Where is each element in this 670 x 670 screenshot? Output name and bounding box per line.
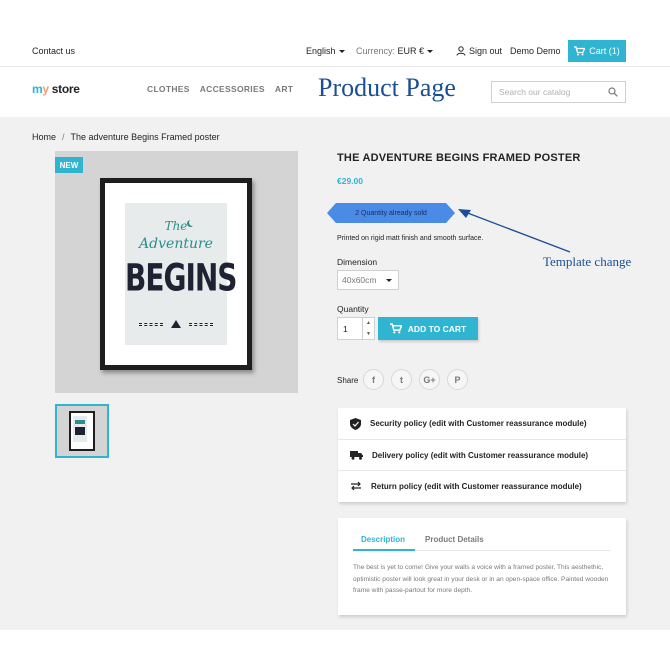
chevron-down-icon <box>427 50 434 54</box>
poster-text-begins: BEGINS <box>125 255 237 300</box>
sign-out-label: Sign out <box>469 46 503 56</box>
product-price: €29.00 <box>337 176 363 186</box>
poster-frame: The Adventure BEGINS <box>100 178 252 370</box>
dimension-select[interactable]: 40x60cm <box>337 270 399 290</box>
quantity-sold-badge: 2 Quantity already sold <box>327 203 455 223</box>
new-flag-badge: NEW <box>55 157 83 173</box>
reassurance-return: Return policy (edit with Customer reassu… <box>338 470 626 501</box>
reassurance-delivery: Delivery policy (edit with Customer reas… <box>338 439 626 470</box>
share-label: Share <box>337 376 359 385</box>
twitter-icon[interactable]: t <box>391 369 412 390</box>
facebook-icon[interactable]: f <box>363 369 384 390</box>
currency-value: EUR € <box>397 46 425 56</box>
dimension-value: 40x60cm <box>342 275 377 285</box>
cart-icon <box>574 46 586 56</box>
decrement-icon[interactable]: ▼ <box>366 331 371 337</box>
poster-text-the: The <box>164 219 188 233</box>
cart-button[interactable]: Cart (1) <box>568 40 626 62</box>
breadcrumb-current[interactable]: The adventure Begins Framed poster <box>71 132 220 142</box>
truck-icon <box>350 451 363 460</box>
breadcrumb-separator: / <box>62 132 65 142</box>
tent-icon <box>171 320 181 328</box>
thumbnail-art-text <box>75 427 85 435</box>
reassurance-security: Security policy (edit with Customer reas… <box>338 408 626 439</box>
language-selector[interactable]: English <box>306 46 345 56</box>
menu-item-accessories[interactable]: ACCESSORIES <box>200 84 265 94</box>
quantity-stepper-arrows: ▲ ▼ <box>362 318 374 339</box>
breadcrumb-home[interactable]: Home <box>32 132 56 142</box>
menu-item-art[interactable]: ART <box>275 84 293 94</box>
tab-divider <box>415 550 610 551</box>
reassurance-block: Security policy (edit with Customer reas… <box>338 408 626 502</box>
poster-mat: The Adventure BEGINS <box>105 183 247 365</box>
currency-selector[interactable]: Currency: EUR € <box>356 46 434 56</box>
swap-arrows-icon <box>351 481 361 491</box>
active-tab-underline <box>353 549 415 551</box>
main-menu: CLOTHES ACCESSORIES ART <box>147 84 293 94</box>
poster-decoration <box>139 320 213 328</box>
dimension-label: Dimension <box>337 257 378 267</box>
currency-label: Currency: <box>356 46 396 56</box>
poster-artwork: The Adventure BEGINS <box>125 203 237 345</box>
logo-part: store <box>48 82 80 96</box>
top-nav-bar: Contact us English Currency: EUR € Sign … <box>0 36 670 66</box>
quantity-stepper[interactable]: 1 ▲ ▼ <box>337 317 375 340</box>
product-tabs: Description Product Details The best is … <box>338 518 626 615</box>
reassurance-label: Delivery policy (edit with Customer reas… <box>372 450 589 460</box>
google-plus-icon[interactable]: G+ <box>419 369 440 390</box>
pinterest-icon[interactable]: P <box>447 369 468 390</box>
search-placeholder: Search our catalog <box>499 87 571 97</box>
annotation-arrow-icon <box>458 209 571 253</box>
chevron-down-icon <box>338 50 345 54</box>
cart-icon <box>389 323 402 334</box>
product-title: THE ADVENTURE BEGINS FRAMED POSTER <box>337 152 581 164</box>
contact-us-link[interactable]: Contact us <box>32 46 75 56</box>
search-icon[interactable] <box>608 87 618 97</box>
account-link[interactable]: Demo Demo <box>510 46 561 56</box>
breadcrumb: Home / The adventure Begins Framed poster <box>32 132 220 142</box>
tab-description[interactable]: Description <box>361 535 405 544</box>
quantity-label: Quantity <box>337 304 369 314</box>
sign-out-link[interactable]: Sign out <box>456 46 502 56</box>
product-short-description: Printed on rigid matt finish and smooth … <box>337 235 484 242</box>
tab-product-details[interactable]: Product Details <box>425 535 484 544</box>
thumbnail-frame <box>69 411 95 451</box>
user-icon <box>456 46 466 56</box>
moon-icon <box>189 219 196 226</box>
logo-part: m <box>32 82 43 96</box>
cart-label: Cart (1) <box>589 46 620 56</box>
decor-line <box>189 322 213 326</box>
store-logo[interactable]: my store <box>32 82 80 96</box>
product-thumbnail[interactable] <box>55 404 109 458</box>
thumbnail-art <box>73 416 87 442</box>
product-description-text: The best is yet to come! Give your walls… <box>353 564 609 594</box>
add-to-cart-button[interactable]: ADD TO CART <box>378 317 478 340</box>
quantity-value: 1 <box>343 324 348 334</box>
reassurance-label: Security policy (edit with Customer reas… <box>370 419 587 428</box>
poster-text-adventure: Adventure <box>139 236 213 252</box>
increment-icon[interactable]: ▲ <box>366 320 371 326</box>
template-change-annotation: Template change <box>543 254 632 269</box>
shield-icon <box>350 417 361 430</box>
page-title-annotation: Product Page <box>318 73 456 102</box>
decor-line <box>139 322 163 326</box>
thumbnail-art-title <box>75 420 85 424</box>
add-to-cart-label: ADD TO CART <box>407 323 467 334</box>
menu-item-clothes[interactable]: CLOTHES <box>147 84 190 94</box>
search-input[interactable]: Search our catalog <box>491 81 626 103</box>
language-value: English <box>306 46 336 56</box>
reassurance-label: Return policy (edit with Customer reassu… <box>371 481 582 491</box>
site-header: my store CLOTHES ACCESSORIES ART Product… <box>0 67 670 117</box>
chevron-down-icon <box>386 279 392 282</box>
